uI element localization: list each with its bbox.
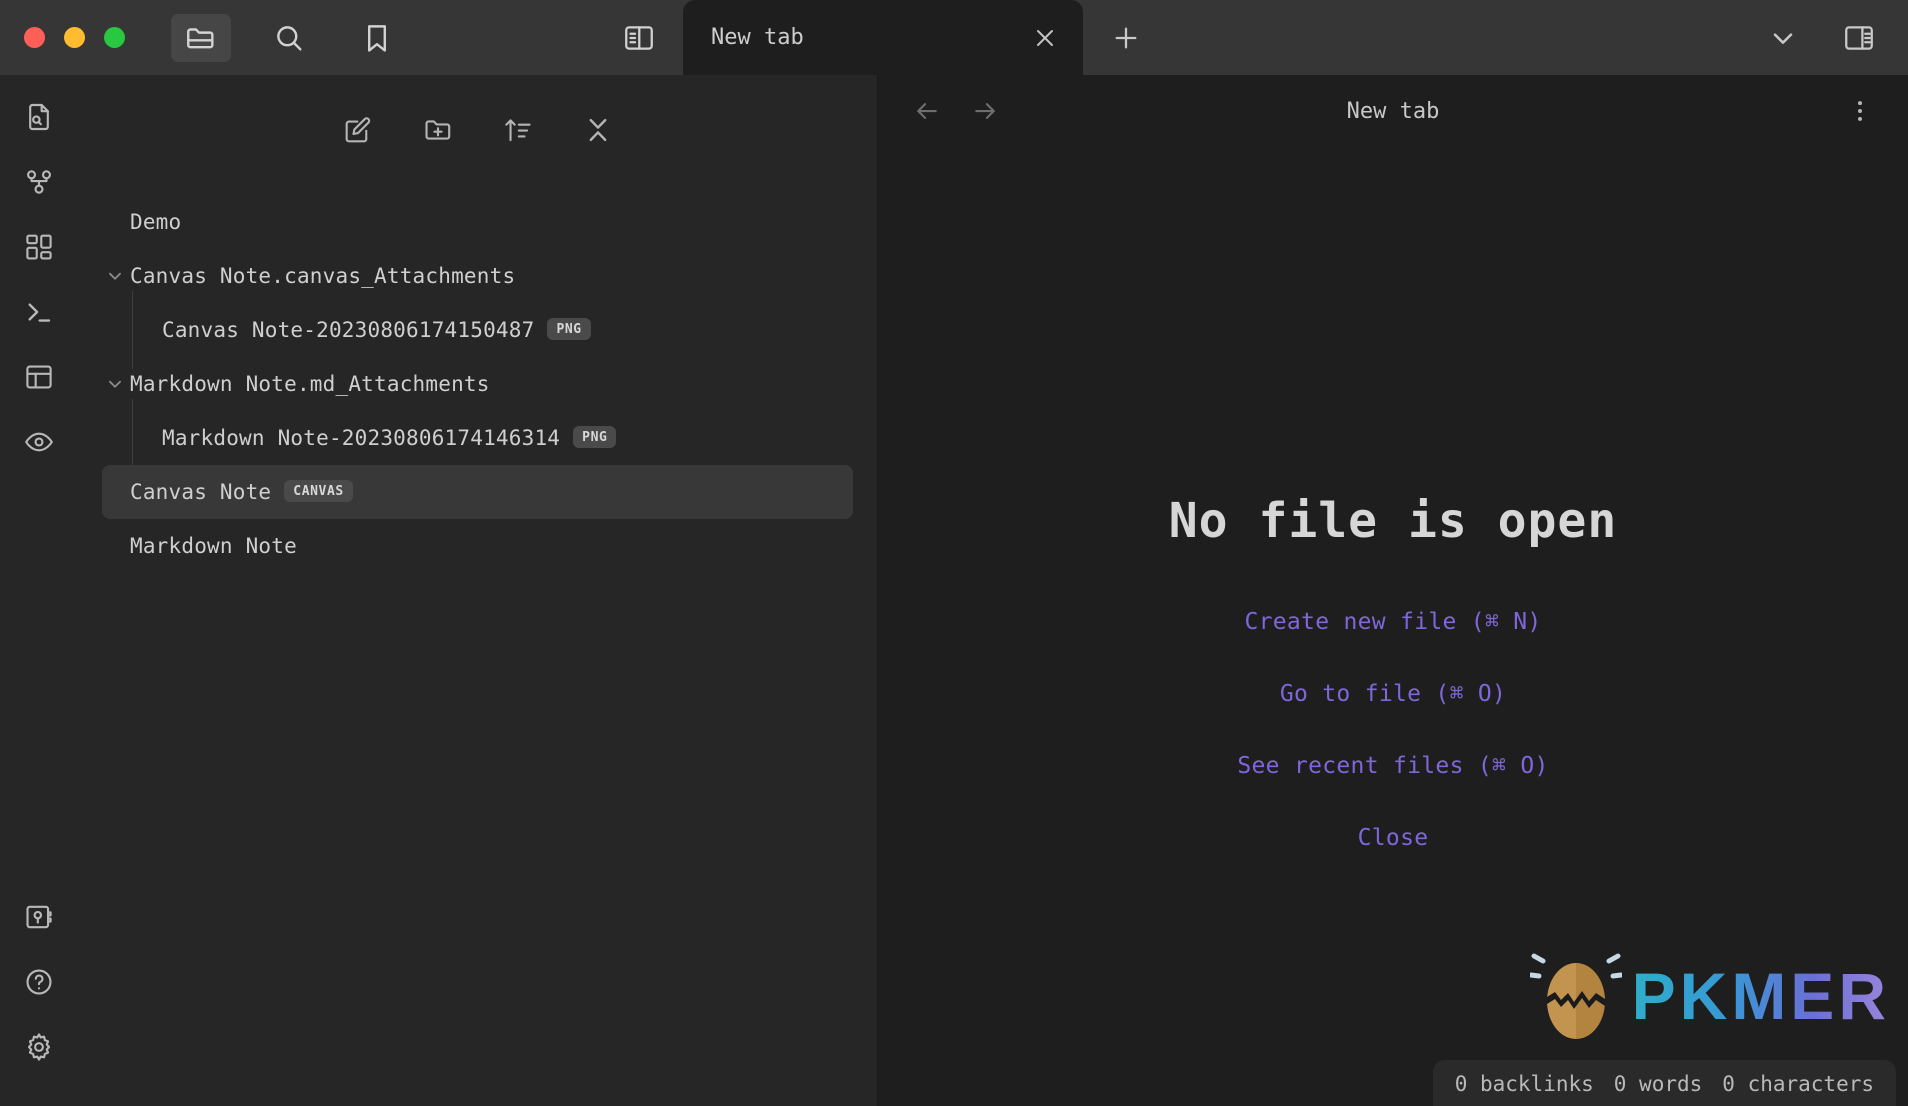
tree-file-item[interactable]: Markdown Note-20230806174146314 PNG — [102, 399, 853, 477]
collapse-all-icon[interactable] — [572, 104, 624, 156]
status-bar[interactable]: 0 backlinks 0 words 0 characters — [1432, 1060, 1896, 1106]
new-tab-button[interactable] — [1097, 9, 1155, 67]
chevron-down-icon[interactable] — [102, 263, 128, 289]
tree-item-label: Markdown Note.md_Attachments — [130, 372, 490, 396]
ribbon-bottom-group — [11, 889, 67, 1106]
chevron-down-icon[interactable] — [1760, 15, 1806, 61]
empty-state-title: No file is open — [1168, 493, 1618, 549]
forward-arrow-icon[interactable] — [962, 88, 1008, 134]
tree-file-item[interactable]: Canvas Note CANVAS — [102, 465, 853, 519]
help-icon[interactable] — [11, 954, 67, 1010]
graph-view-icon[interactable] — [11, 154, 67, 210]
cracked-egg-icon — [1529, 953, 1622, 1039]
tree-item-label: Markdown Note — [130, 534, 297, 558]
pkmer-watermark: PKMER — [1529, 944, 1890, 1048]
status-characters: 0 characters — [1722, 1072, 1874, 1096]
new-folder-icon[interactable] — [412, 104, 464, 156]
tree-item-label: Markdown Note-20230806174146314 — [162, 426, 561, 450]
title-bar: New tab — [0, 0, 1908, 75]
tree-item-label: Demo — [130, 210, 182, 234]
file-explorer-toolbar — [78, 75, 877, 165]
tree-file-item[interactable]: Canvas Note-20230806174150487 PNG — [102, 291, 853, 369]
titlebar-actions — [125, 0, 407, 75]
empty-state-action-1[interactable]: Go to file (⌘ O) — [1280, 681, 1506, 707]
maximize-window-button[interactable] — [104, 27, 125, 48]
workspace: Demo Canvas Note.canvas_Attachments Canvas… — [0, 75, 1908, 1106]
main-pane: New tab No file is open Create new file … — [878, 75, 1908, 1106]
chevron-down-icon[interactable] — [102, 371, 128, 397]
tree-folder-item[interactable]: Demo — [102, 195, 853, 249]
tree-file-item[interactable]: Markdown Note — [102, 519, 853, 573]
vault-icon[interactable] — [11, 889, 67, 945]
toggle-left-sidebar-icon[interactable] — [609, 14, 669, 62]
file-type-badge: PNG — [573, 426, 617, 448]
file-type-badge: CANVAS — [284, 480, 353, 502]
status-backlinks: 0 backlinks — [1454, 1072, 1594, 1096]
empty-state-action-0[interactable]: Create new file (⌘ N) — [1244, 609, 1541, 635]
pkmer-logo-text: PKMER — [1631, 959, 1890, 1033]
search-icon[interactable] — [259, 14, 319, 62]
layout-icon[interactable] — [11, 349, 67, 405]
empty-state-action-3[interactable]: Close — [1358, 825, 1429, 851]
tree-item-label: Canvas Note — [130, 480, 272, 504]
titlebar-right-actions — [1760, 0, 1908, 75]
minimize-window-button[interactable] — [64, 27, 85, 48]
new-note-icon[interactable] — [332, 104, 384, 156]
terminal-icon[interactable] — [11, 284, 67, 340]
back-arrow-icon[interactable] — [904, 88, 950, 134]
obsidian-window: New tab Demo Canvas Note.canvas_Attachme… — [0, 0, 1908, 1106]
file-type-badge: PNG — [547, 318, 591, 340]
view-header: New tab — [878, 75, 1908, 147]
file-search-icon[interactable] — [11, 89, 67, 145]
sort-icon[interactable] — [492, 104, 544, 156]
bookmark-icon[interactable] — [347, 14, 407, 62]
file-tree: Demo Canvas Note.canvas_Attachments Canvas… — [78, 165, 877, 573]
more-options-icon[interactable] — [1838, 89, 1882, 133]
toggle-right-sidebar-icon[interactable] — [1836, 15, 1882, 61]
view-title: New tab — [1346, 98, 1440, 124]
ribbon-sidebar — [0, 75, 78, 1106]
tab-strip: New tab — [683, 0, 1155, 75]
tree-item-label: Canvas Note.canvas_Attachments — [130, 264, 516, 288]
folder-icon[interactable] — [171, 13, 231, 62]
close-window-button[interactable] — [24, 27, 45, 48]
tab-new-tab[interactable]: New tab — [683, 0, 1083, 75]
window-controls — [0, 0, 125, 75]
settings-icon[interactable] — [11, 1019, 67, 1075]
tab-label: New tab — [711, 25, 804, 50]
empty-state-actions: Create new file (⌘ N) Go to file (⌘ O) See… — [1237, 609, 1548, 851]
tree-folder-item[interactable]: Canvas Note.canvas_Attachments — [102, 249, 853, 303]
tree-item-label: Canvas Note-20230806174150487 — [162, 318, 535, 342]
tree-folder-item[interactable]: Markdown Note.md_Attachments — [102, 357, 853, 411]
close-icon[interactable] — [1019, 12, 1071, 64]
canvas-icon[interactable] — [11, 219, 67, 275]
empty-state-action-2[interactable]: See recent files (⌘ O) — [1237, 753, 1548, 779]
eye-icon[interactable] — [11, 414, 67, 470]
status-words: 0 words — [1613, 1072, 1703, 1096]
file-explorer: Demo Canvas Note.canvas_Attachments Canvas… — [78, 75, 878, 1106]
